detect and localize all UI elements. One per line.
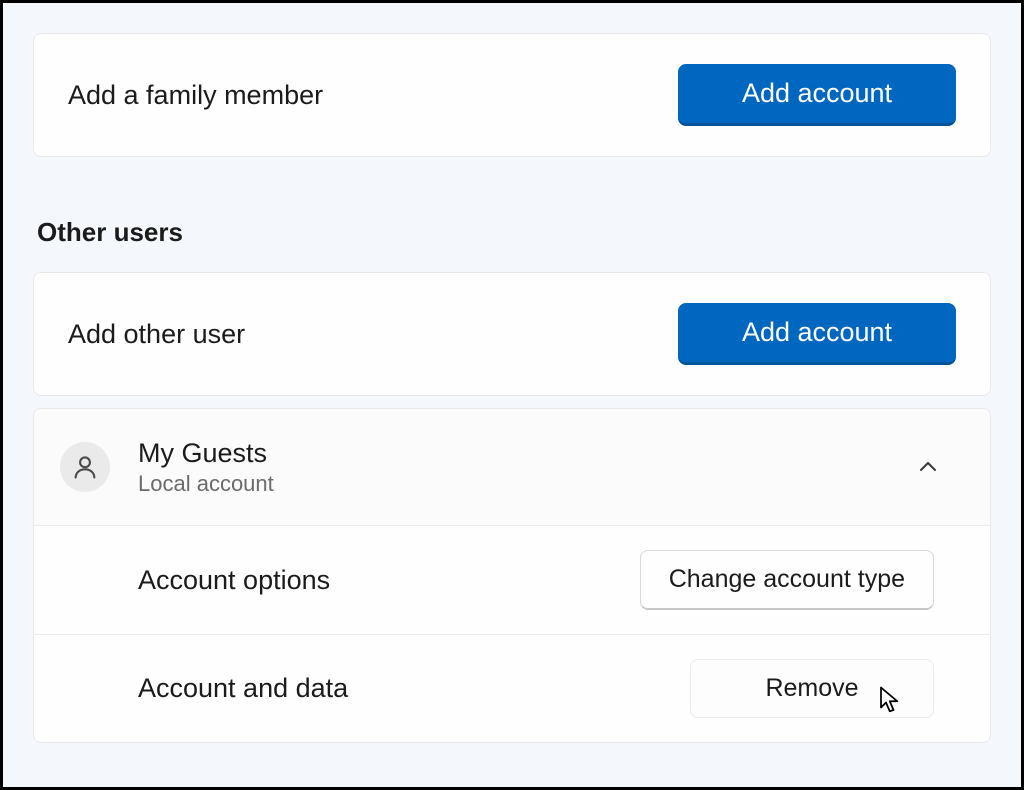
add-other-user-row: Add other user Add account — [34, 273, 990, 395]
user-info: My Guests Local account — [138, 437, 916, 497]
account-options-row: Account options Change account type — [34, 525, 990, 634]
change-account-type-button[interactable]: Change account type — [640, 550, 934, 610]
add-other-user-account-button[interactable]: Add account — [678, 303, 956, 365]
user-account-card: My Guests Local account Account options … — [33, 408, 991, 743]
chevron-up-icon — [916, 455, 940, 479]
add-family-label: Add a family member — [68, 80, 323, 111]
remove-account-button[interactable]: Remove — [690, 659, 934, 718]
account-options-label: Account options — [138, 565, 330, 596]
avatar — [60, 442, 110, 492]
add-other-user-card: Add other user Add account — [33, 272, 991, 396]
add-family-row: Add a family member Add account — [34, 34, 990, 156]
add-family-account-button[interactable]: Add account — [678, 64, 956, 126]
add-family-member-card: Add a family member Add account — [33, 33, 991, 157]
other-users-heading: Other users — [37, 217, 991, 248]
account-and-data-label: Account and data — [138, 673, 348, 704]
user-account-header[interactable]: My Guests Local account — [34, 409, 990, 525]
person-icon — [71, 453, 99, 481]
account-and-data-row: Account and data Remove — [34, 634, 990, 742]
add-other-user-label: Add other user — [68, 319, 245, 350]
user-account-type: Local account — [138, 471, 916, 497]
user-name: My Guests — [138, 437, 916, 469]
